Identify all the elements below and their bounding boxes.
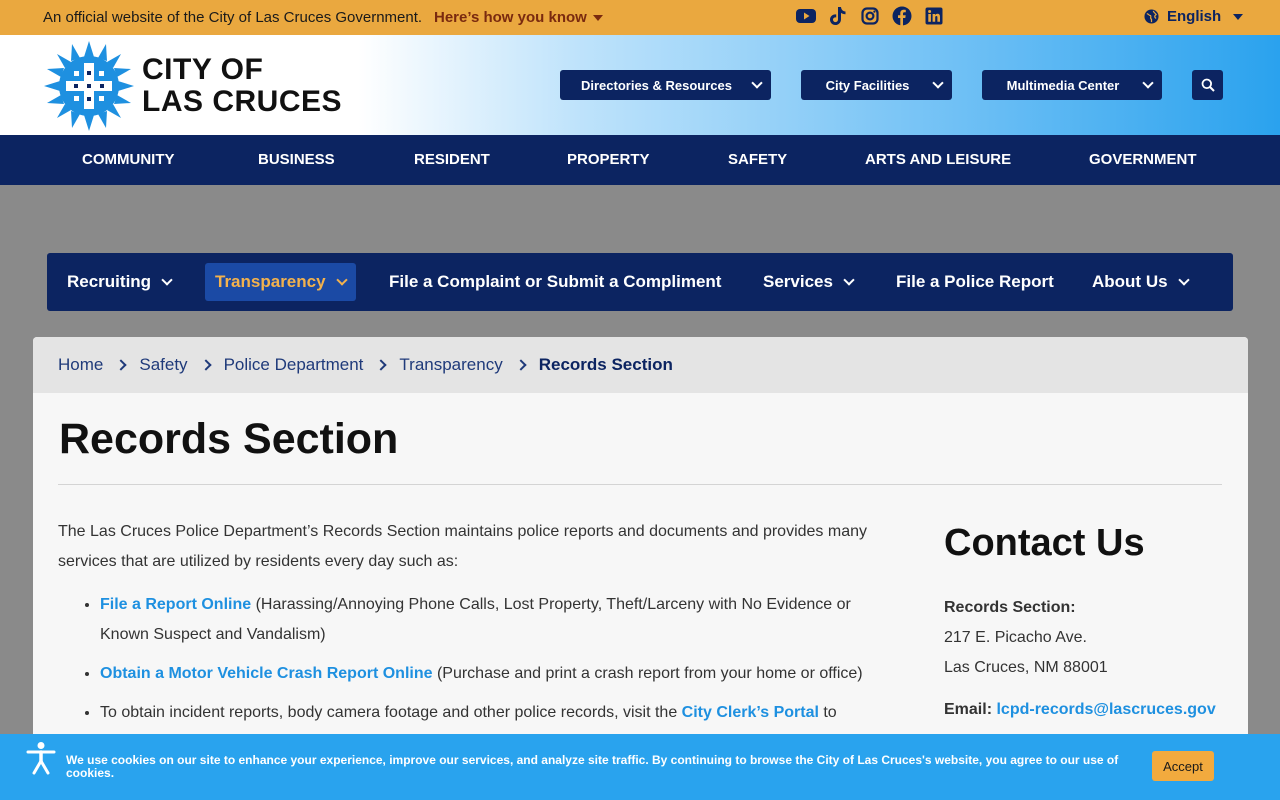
contact-title: Contact Us	[944, 522, 1145, 564]
city-logo-sun-icon[interactable]	[44, 41, 134, 131]
list-item-text: (Purchase and print a crash report from …	[432, 665, 863, 682]
crash-report-link[interactable]: Obtain a Motor Vehicle Crash Report Onli…	[100, 665, 433, 682]
subnav-label: Recruiting	[67, 272, 152, 291]
list-item: File a Report Online (Harassing/Annoying…	[100, 590, 900, 650]
main-navigation: COMMUNITY BUSINESS RESIDENT PROPERTY SAF…	[0, 135, 1280, 185]
breadcrumb: Home Safety Police Department Transparen…	[33, 337, 1248, 393]
dropdown-label: City Facilities	[825, 77, 910, 93]
instagram-icon[interactable]	[860, 6, 880, 26]
heres-how-you-know-link[interactable]: Here’s how you know	[434, 9, 603, 26]
nav-community[interactable]: COMMUNITY	[82, 151, 175, 168]
subnav-label: About Us	[1092, 272, 1168, 291]
facebook-icon[interactable]	[892, 6, 912, 26]
chevron-right-icon	[199, 359, 212, 371]
logo-line-1: CITY OF	[142, 53, 264, 86]
breadcrumb-safety[interactable]: Safety	[139, 355, 187, 375]
contact-info: Records Section: 217 E. Picacho Ave. Las…	[944, 593, 1216, 725]
nav-government[interactable]: GOVERNMENT	[1089, 151, 1197, 168]
directories-resources-dropdown[interactable]: Directories & Resources	[560, 70, 771, 100]
email-link[interactable]: lcpd-records@lascruces.gov	[996, 701, 1215, 718]
breadcrumb-home[interactable]: Home	[58, 355, 103, 375]
search-icon	[1201, 78, 1215, 92]
breadcrumb-police-department[interactable]: Police Department	[224, 355, 364, 375]
youtube-icon[interactable]	[796, 6, 816, 26]
chevron-right-icon	[115, 359, 128, 371]
heres-how-you-know-label: Here’s how you know	[434, 9, 587, 26]
site-header: CITY OF LAS CRUCES Directories & Resourc…	[0, 35, 1280, 135]
dropdown-label: Multimedia Center	[1006, 77, 1120, 93]
breadcrumb-transparency[interactable]: Transparency	[399, 355, 502, 375]
email-label: Email:	[944, 701, 993, 718]
subnav-file-complaint[interactable]: File a Complaint or Submit a Compliment	[389, 263, 721, 301]
social-links	[796, 6, 944, 26]
language-label: English	[1167, 8, 1222, 25]
language-selector[interactable]: English	[1144, 8, 1244, 25]
divider	[58, 484, 1222, 485]
accept-cookies-button[interactable]: Accept	[1152, 751, 1214, 781]
chevron-right-icon	[375, 359, 388, 371]
nav-business[interactable]: BUSINESS	[258, 151, 335, 168]
caret-down-icon	[1233, 13, 1244, 20]
subnav-services[interactable]: Services	[763, 263, 855, 301]
contact-address-line-1: 217 E. Picacho Ave.	[944, 629, 1087, 646]
chevron-down-icon	[1142, 77, 1154, 89]
globe-icon	[1144, 9, 1159, 24]
dropdown-label: Directories & Resources	[580, 77, 732, 93]
list-item: Obtain a Motor Vehicle Crash Report Onli…	[100, 659, 900, 689]
contact-address-line-2: Las Cruces, NM 88001	[944, 659, 1108, 676]
nav-property[interactable]: PROPERTY	[567, 151, 650, 168]
page-title: Records Section	[59, 415, 399, 463]
cookie-message: We use cookies on our site to enhance yo…	[66, 753, 1119, 780]
official-text: An official website of the City of Las C…	[43, 9, 423, 26]
police-subnav: Recruiting Transparency File a Complaint…	[47, 253, 1233, 311]
subnav-file-police-report[interactable]: File a Police Report	[896, 263, 1054, 301]
nav-safety[interactable]: SAFETY	[728, 151, 787, 168]
nav-resident[interactable]: RESIDENT	[414, 151, 490, 168]
intro-paragraph: The Las Cruces Police Department’s Recor…	[58, 523, 867, 570]
caret-down-icon	[592, 14, 603, 21]
subnav-label: Transparency	[215, 272, 326, 291]
cookie-banner: We use cookies on our site to enhance yo…	[0, 734, 1280, 800]
subnav-label: File a Police Report	[896, 272, 1054, 291]
subnav-recruiting[interactable]: Recruiting	[67, 263, 173, 301]
contact-email-row: Email: lcpd-records@lascruces.gov	[944, 695, 1216, 725]
tiktok-icon[interactable]	[828, 6, 848, 26]
chevron-down-icon	[335, 274, 348, 286]
logo-line-2: LAS CRUCES	[142, 85, 343, 118]
chevron-right-icon	[515, 359, 527, 371]
subnav-about-us[interactable]: About Us	[1092, 263, 1190, 301]
list-item-text: To obtain incident reports, body camera …	[100, 704, 682, 721]
list-item: To obtain incident reports, body camera …	[100, 698, 900, 728]
subnav-label: Services	[763, 272, 833, 291]
search-button[interactable]	[1192, 70, 1223, 100]
accessibility-icon[interactable]	[26, 741, 56, 775]
subnav-transparency[interactable]: Transparency	[205, 263, 356, 301]
city-facilities-dropdown[interactable]: City Facilities	[801, 70, 952, 100]
chevron-down-icon	[751, 77, 763, 89]
official-banner: An official website of the City of Las C…	[0, 0, 1280, 35]
chevron-down-icon	[1177, 274, 1190, 286]
city-logo-wordmark[interactable]: CITY OF LAS CRUCES	[142, 54, 342, 118]
subnav-label: File a Complaint or Submit a Compliment	[389, 272, 722, 291]
linkedin-icon[interactable]	[924, 6, 944, 26]
chevron-down-icon	[161, 274, 173, 286]
nav-arts-and-leisure[interactable]: ARTS AND LEISURE	[865, 151, 1011, 168]
multimedia-center-dropdown[interactable]: Multimedia Center	[982, 70, 1162, 100]
services-list: File a Report Online (Harassing/Annoying…	[100, 590, 900, 737]
contact-label: Records Section:	[944, 599, 1076, 616]
chevron-down-icon	[843, 274, 855, 286]
city-clerk-portal-link[interactable]: City Clerk’s Portal	[682, 704, 819, 721]
chevron-down-icon	[932, 77, 944, 89]
breadcrumb-current: Records Section	[538, 355, 673, 374]
content-card: Home Safety Police Department Transparen…	[33, 337, 1248, 800]
file-report-online-link[interactable]: File a Report Online	[100, 596, 251, 613]
list-item-text: to	[818, 704, 837, 721]
